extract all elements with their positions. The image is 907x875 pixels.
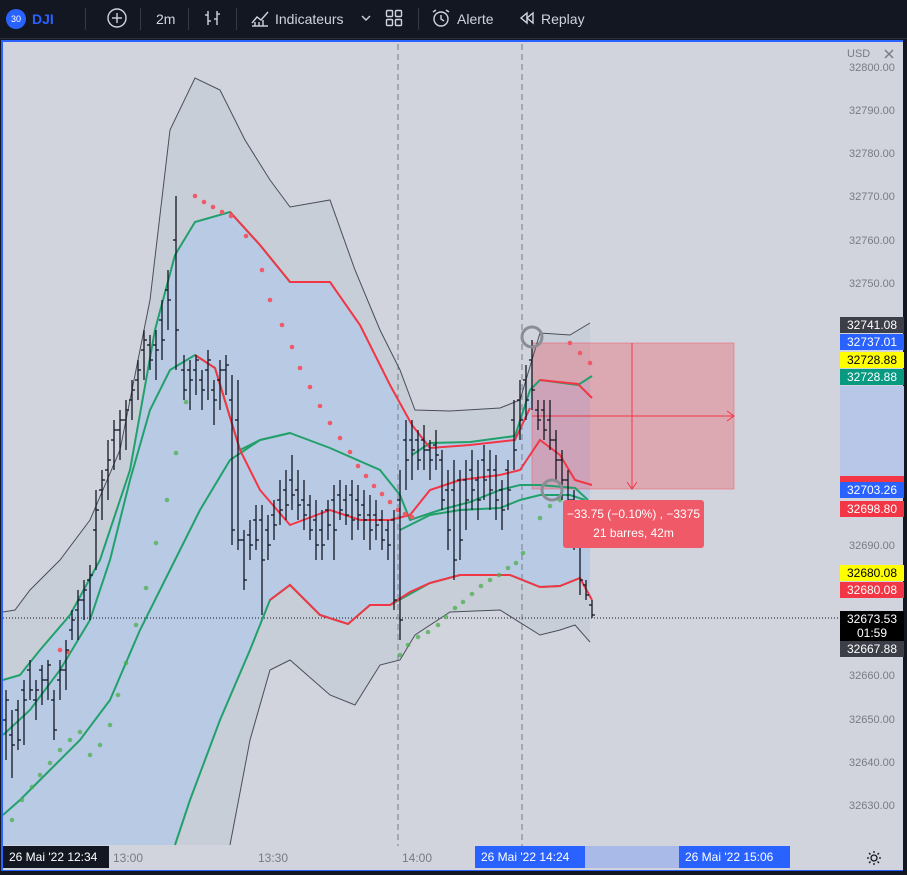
price-tick: 32690.00 xyxy=(849,540,895,552)
price-label-red-low: 32680.08 xyxy=(840,582,904,598)
time-tick: 13:30 xyxy=(258,851,289,865)
price-label-yellow: 32728.88 xyxy=(840,352,904,368)
bar-countdown-label: 01:59 xyxy=(840,625,904,641)
price-tick: 32760.00 xyxy=(849,235,895,247)
measure-bars: 21 barres, 42m xyxy=(593,526,674,540)
crosshair-time-label: 26 Mai '22 12:34 xyxy=(3,846,109,868)
time-tick: 14:00 xyxy=(402,851,433,865)
close-icon xyxy=(884,49,894,59)
time-axis-settings-button[interactable] xyxy=(866,850,882,866)
price-label-yellow-low: 32680.08 xyxy=(840,565,904,581)
price-tick: 32660.00 xyxy=(849,670,895,682)
measure-tooltip: −33.75 (−0.10%) , −3375 21 barres, 42m xyxy=(563,500,704,548)
price-label-measure-bottom: 32703.26 xyxy=(840,482,904,498)
price-label-measure-top: 32737.01 xyxy=(840,334,904,350)
price-tick: 32750.00 xyxy=(849,278,895,290)
price-tick: 32780.00 xyxy=(849,148,895,160)
time-tick: 13:00 xyxy=(113,851,144,865)
price-tick: 32630.00 xyxy=(849,800,895,812)
gear-icon xyxy=(867,851,881,865)
measure-change: −33.75 (−0.10%) , −3375 xyxy=(566,507,701,521)
currency-label: USD xyxy=(847,48,871,60)
price-label-upper-band: 32741.08 xyxy=(840,317,904,333)
measure-start-time-label: 26 Mai '22 14:24 xyxy=(475,846,585,868)
price-label-green: 32728.88 xyxy=(840,369,904,385)
measure-range-highlight xyxy=(840,386,904,476)
price-tick: 32640.00 xyxy=(849,757,895,769)
chart-settings-button[interactable] xyxy=(882,47,896,61)
price-label-lower-band: 32667.88 xyxy=(840,641,904,657)
price-tick: 32790.00 xyxy=(849,105,895,117)
price-tick: 32770.00 xyxy=(849,191,895,203)
price-tick: 32800.00 xyxy=(849,62,895,74)
price-tick: 32650.00 xyxy=(849,714,895,726)
measure-time-range xyxy=(585,846,679,868)
chart-canvas[interactable] xyxy=(0,0,907,875)
measure-end-time-label: 26 Mai '22 15:06 xyxy=(679,846,790,868)
price-label-red: 32698.80 xyxy=(840,501,904,517)
